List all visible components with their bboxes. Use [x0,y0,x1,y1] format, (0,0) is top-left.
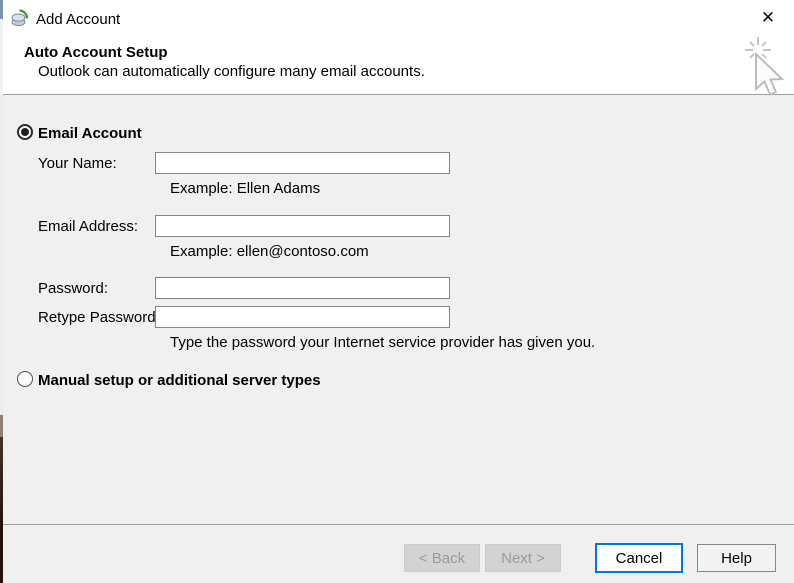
page-subtitle: Outlook can automatically configure many… [38,63,425,80]
password-note: Type the password your Internet service … [170,334,595,351]
next-button[interactable]: Next > [485,544,561,572]
window-title: Add Account [36,11,120,28]
password-input[interactable] [155,277,450,299]
help-button[interactable]: Help [697,544,776,572]
working-in-background-cursor [725,35,794,100]
manual-setup-radio-label[interactable]: Manual setup or additional server types [38,372,321,389]
your-name-example: Example: Ellen Adams [170,180,320,197]
password-label: Password: [38,280,108,297]
retype-password-label: Retype Password: [38,309,160,326]
email-address-input[interactable] [155,215,450,237]
retype-password-input[interactable] [155,306,450,328]
email-account-radio-label[interactable]: Email Account [38,125,142,142]
outlook-account-icon [10,9,29,28]
add-account-dialog: Add Account ✕ Auto Account Setup Outlook… [0,0,794,583]
email-account-radio[interactable] [17,124,33,140]
dialog-header: Add Account ✕ Auto Account Setup Outlook… [0,0,794,95]
desktop-edge-strip [0,0,3,583]
your-name-label: Your Name: [38,155,117,172]
email-address-label: Email Address: [38,218,138,235]
your-name-input[interactable] [155,152,450,174]
close-icon[interactable]: ✕ [756,6,780,30]
back-button[interactable]: < Back [404,544,480,572]
cancel-button[interactable]: Cancel [595,543,683,573]
manual-setup-radio[interactable] [17,371,33,387]
footer-separator [0,524,794,525]
email-address-example: Example: ellen@contoso.com [170,243,369,260]
page-title: Auto Account Setup [24,44,168,61]
